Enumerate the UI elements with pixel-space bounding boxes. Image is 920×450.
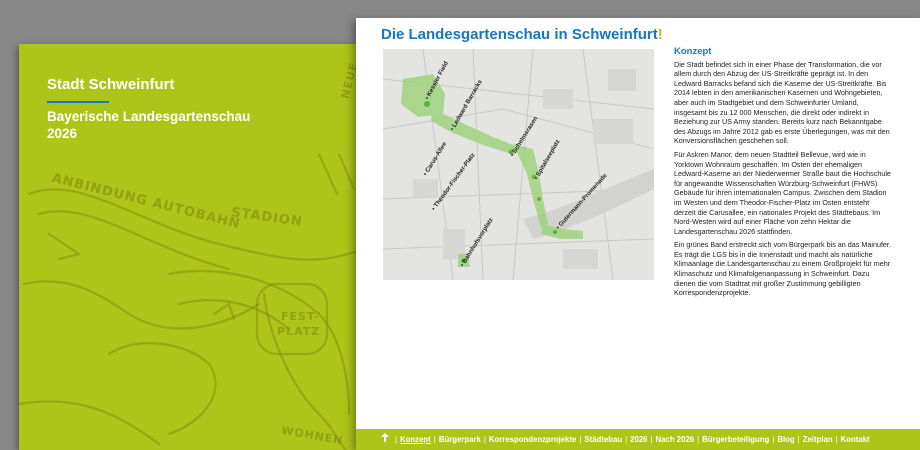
- nav-link-zeitplan[interactable]: Zeitplan: [803, 435, 833, 444]
- page-title-exclamation: !: [657, 26, 663, 43]
- arrow-up-icon[interactable]: [381, 433, 389, 444]
- footer-separator: |: [697, 435, 700, 444]
- footer-separator: |: [433, 435, 436, 444]
- section-heading: Konzept: [674, 46, 712, 57]
- site-map: • Kessler Field • Ledward Barracks • Sch…: [383, 49, 654, 280]
- concept-column: Konzept Die Stadt befindet sich in einer…: [674, 47, 892, 302]
- content-page: Die Landesgartenschau in Schweinfurt! • …: [356, 18, 920, 450]
- footer-links: | Konzept | Bürgerpark | Korrespondenzprojekt…: [381, 433, 870, 444]
- footer-separator: |: [650, 435, 653, 444]
- nav-link-kontakt[interactable]: Kontakt: [841, 435, 870, 444]
- map-graphic: [383, 49, 654, 280]
- city-title: Stadt Schweinfurt: [47, 76, 175, 93]
- nav-link-staedtebau[interactable]: Städtebau: [584, 435, 622, 444]
- footer-nav: | Konzept | Bürgerpark | Korrespondenzprojekt…: [356, 429, 920, 450]
- nav-link-konzept[interactable]: Konzept: [400, 435, 431, 444]
- footer-separator: |: [772, 435, 775, 444]
- footer-separator: |: [395, 435, 398, 444]
- footer-separator: |: [797, 435, 800, 444]
- footer-separator: |: [835, 435, 838, 444]
- nav-link-buergerbeteiligung[interactable]: Bürgerbeteiligung: [702, 435, 769, 444]
- footer-separator: |: [625, 435, 628, 444]
- concept-paragraph: Ein grünes Band erstreckt sich vom Bürge…: [674, 240, 891, 298]
- sketch-label-fest: FEST-: [281, 310, 320, 323]
- footer-separator: |: [483, 435, 486, 444]
- nav-link-2026[interactable]: 2026: [630, 435, 647, 444]
- nav-link-korrespondenzprojekte[interactable]: Korrespondenzprojekte: [489, 435, 577, 444]
- nav-link-nach-2026[interactable]: Nach 2026: [656, 435, 695, 444]
- page-title: Die Landesgartenschau in Schweinfurt!: [381, 26, 663, 43]
- sketch-label-platz: PLATZ: [277, 325, 321, 338]
- title-divider: [47, 101, 109, 103]
- nav-link-blog[interactable]: Blog: [777, 435, 794, 444]
- sketch-drawing: [19, 154, 364, 450]
- event-subtitle: Bayerische Landesgartenschau 2026: [47, 109, 251, 141]
- concept-paragraph: Für Askren Manor, dem neuen Stadtteil Be…: [674, 149, 891, 236]
- concept-paragraph: Die Stadt befindet sich in einer Phase d…: [674, 59, 890, 146]
- cover-panel: Stadt Schweinfurt Bayerische Landesgarte…: [19, 44, 364, 450]
- footer-separator: |: [579, 435, 582, 444]
- page-title-text: Die Landesgartenschau in Schweinfurt: [381, 26, 658, 43]
- nav-link-buergerpark[interactable]: Bürgerpark: [439, 435, 481, 444]
